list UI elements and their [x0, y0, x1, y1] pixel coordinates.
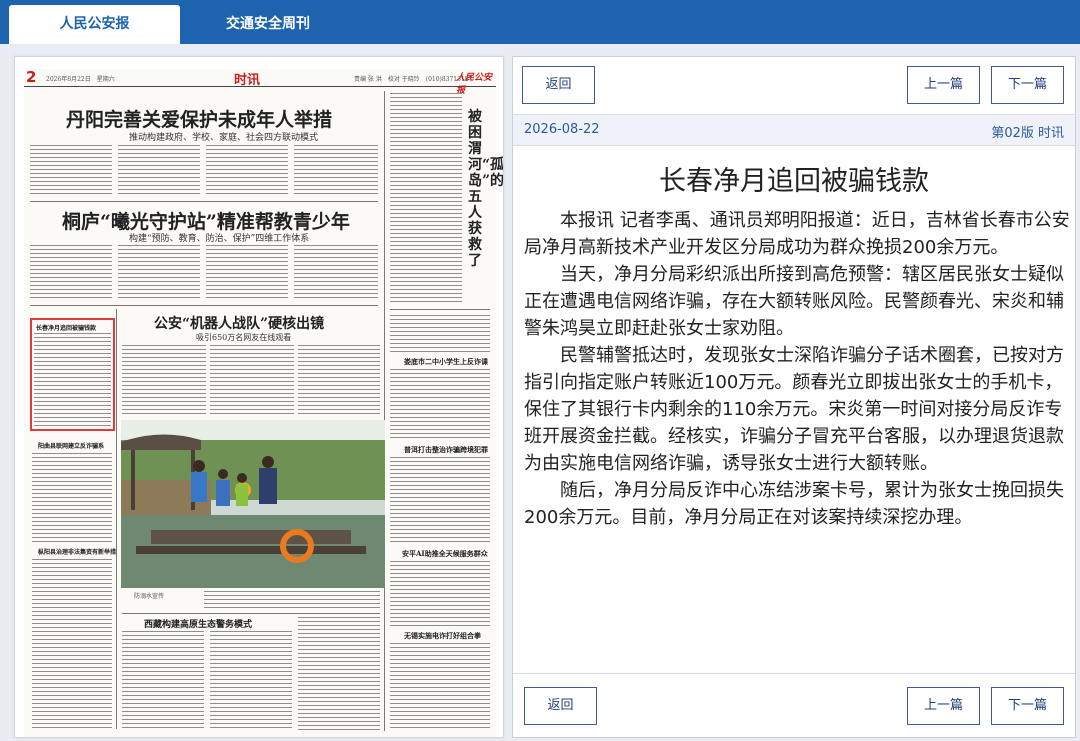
text-block: [294, 245, 378, 301]
news-subhead-3: 吸引650万名网友在线观看: [196, 333, 292, 342]
page-editor-info: 责编 张 洪 校对 于晓玲 (010)83713187: [354, 76, 473, 83]
text-block: [298, 617, 380, 731]
article-panel: 返回 上一篇 下一篇 2026-08-22 第02版 时讯 长春净月追回被骗钱款…: [512, 56, 1076, 738]
news-subhead-2: 构建“预防、教育、防治、保护”四维工作体系: [129, 234, 310, 244]
news-vertical-headline[interactable]: 被困渭河“孤岛”的五人获救了: [468, 109, 503, 269]
text-block: [206, 245, 288, 301]
footer-divider: [513, 673, 1075, 674]
prev-article-button-top[interactable]: 上一篇: [907, 66, 980, 104]
news-photo[interactable]: [121, 420, 385, 588]
news-small-headline[interactable]: 普洱打击整治诈骗跨境犯罪: [404, 445, 488, 455]
article-paragraph: 当天，净月分局彩织派出所接到高危预警：辖区居民张女士疑似正在遭遇电信网络诈骗，存…: [524, 264, 1064, 339]
newspaper-page-panel: 2 2026年8月22日 星期六 时讯 责编 张 洪 校对 于晓玲 (010)8…: [14, 56, 504, 738]
article-date: 2026-08-22: [524, 122, 600, 137]
text-block: [210, 631, 292, 731]
column-divider: [116, 309, 117, 729]
text-block: [32, 559, 112, 729]
prev-article-button-bottom[interactable]: 上一篇: [907, 687, 980, 725]
page-section: 时讯: [234, 73, 261, 88]
news-headline-1[interactable]: 丹阳完善关爱保护未成年人举措: [66, 105, 332, 132]
tab-renmin-gonganbao[interactable]: 人民公安报: [9, 5, 180, 44]
photo-caption: 防溺水宣传: [134, 593, 165, 600]
next-article-button-bottom[interactable]: 下一篇: [991, 687, 1064, 725]
news-headline-4[interactable]: 西藏构建高原生态警务模式: [144, 617, 252, 630]
text-block: [390, 315, 490, 353]
article-body: 本报讯 记者李禹、通讯员郑明阳报道：近日，吉林省长春市公安局净月高新技术产业开发…: [524, 207, 1070, 531]
news-small-headline[interactable]: 娄底市二中小学生上反诈课: [404, 357, 488, 367]
newspaper-logo: 人民公安报: [456, 73, 493, 96]
top-tab-bar: 人民公安报 交通安全周刊: [0, 0, 1080, 44]
newspaper-page-image: 2 2026年8月22日 星期六 时讯 责编 张 洪 校对 于晓玲 (010)8…: [24, 68, 503, 737]
text-block: [294, 145, 378, 197]
news-headline-2[interactable]: 桐庐“曦光守护站”精准帮教青少年: [62, 207, 350, 234]
text-block: [118, 245, 200, 301]
text-block: [390, 369, 490, 441]
news-subhead-1: 推动构建政府、学校、家庭、社会四方联动模式: [129, 133, 319, 143]
divider: [122, 613, 380, 614]
divider: [390, 309, 490, 310]
article-paragraph: 随后，净月分局反诈中心冻结涉案卡号，累计为张女士挽回损失200余万元。目前，净月…: [524, 480, 1064, 528]
text-block: [390, 561, 490, 627]
article-paragraph: 民警辅警抵达时，发现张女士深陷诈骗分子话术圈套，已按对方指引向指定账户转账近10…: [524, 345, 1064, 474]
text-block: [122, 345, 206, 415]
page-number: 2: [26, 68, 37, 86]
article-paragraph: 本报讯 记者李禹、通讯员郑明阳报道：近日，吉林省长春市公安局净月高新技术产业开发…: [524, 210, 1070, 258]
news-small-headline-selected[interactable]: 长春净月追回被骗钱款: [36, 323, 96, 332]
text-block: [34, 333, 111, 427]
text-block: [390, 643, 490, 729]
text-block: [30, 145, 112, 197]
text-block: [206, 145, 288, 197]
text-block: [118, 145, 200, 197]
text-block: [122, 631, 204, 731]
text-block: [298, 345, 380, 415]
text-block: [390, 457, 490, 543]
back-button-top[interactable]: 返回: [522, 66, 595, 104]
text-block: [204, 591, 380, 609]
article-meta-bar: 2026-08-22 第02版 时讯: [513, 114, 1075, 146]
page-header: 2 2026年8月22日 星期六 时讯 责编 张 洪 校对 于晓玲 (010)8…: [24, 68, 496, 96]
tab-jiaotong-anquan-zhoukan[interactable]: 交通安全周刊: [180, 5, 356, 44]
news-small-headline[interactable]: 安平AI助推全天候服务群众: [402, 549, 488, 559]
text-block: [390, 93, 462, 305]
back-button-bottom[interactable]: 返回: [524, 687, 597, 725]
news-small-headline[interactable]: 无锡实施电诈打好组合拳: [404, 631, 481, 641]
text-block: [30, 245, 112, 301]
page-date-line: 2026年8月22日 星期六: [46, 76, 115, 83]
photo-illustration: [121, 420, 385, 588]
column-divider: [384, 91, 385, 731]
next-article-button-top[interactable]: 下一篇: [991, 66, 1064, 104]
divider: [30, 201, 378, 202]
text-block: [210, 345, 294, 415]
news-small-headline[interactable]: 枞阳县治理非法集资有新举措: [38, 547, 116, 556]
article-page-info: 第02版 时讯: [991, 126, 1064, 141]
news-headline-3[interactable]: 公安“机器人战队”硬核出镜: [154, 313, 324, 333]
news-small-headline[interactable]: 阳曲县联网建立反诈骗系: [38, 441, 104, 450]
article-title: 长春净月追回被骗钱款: [659, 166, 929, 197]
divider: [30, 305, 378, 306]
text-block: [32, 453, 112, 543]
